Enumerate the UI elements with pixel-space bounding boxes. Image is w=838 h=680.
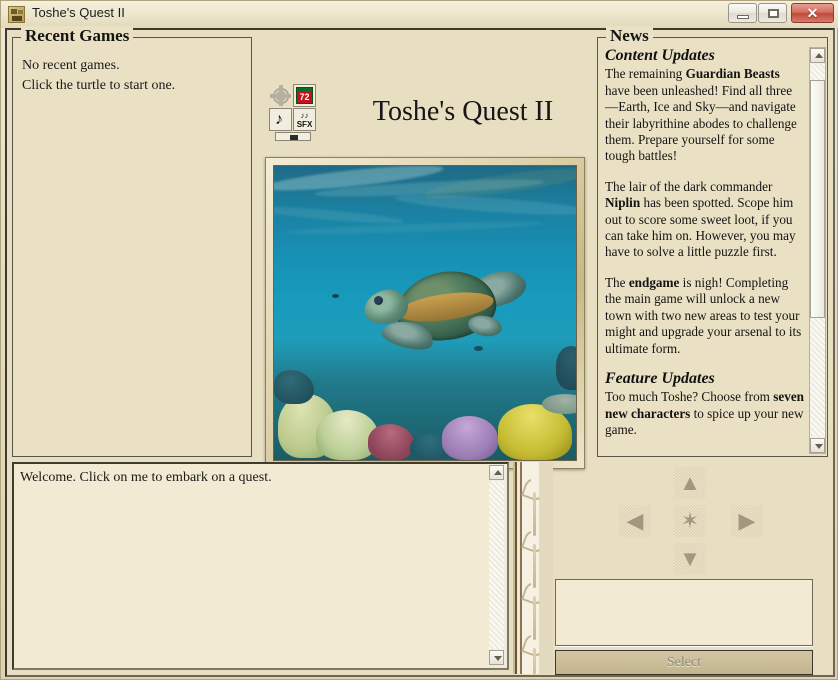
news-viewport: Content Updates The remaining Guardian B… [600, 47, 808, 454]
page-title: Toshe's Quest II [372, 96, 554, 127]
move-left-button[interactable]: ◀ [619, 505, 651, 537]
movement-control-panel: ▲ ◀ ✶ ▶ ▼ Select [555, 462, 829, 675]
news-paragraph-select-character: Select a character with the Recent Games… [605, 453, 805, 454]
ornamental-divider [513, 462, 553, 674]
close-button[interactable]: ✕ [791, 3, 834, 23]
arrow-left-icon: ◀ [626, 508, 644, 533]
news-scroll-track[interactable] [810, 64, 825, 437]
recent-games-empty-line1: No recent games. [22, 58, 120, 73]
chevron-up-icon [815, 53, 823, 58]
minimize-icon [737, 15, 749, 19]
maximize-button[interactable] [758, 3, 787, 23]
move-up-button[interactable]: ▲ [674, 467, 706, 499]
news-scroll-up-button[interactable] [810, 48, 825, 63]
news-scroll-down-button[interactable] [810, 438, 825, 453]
message-log[interactable]: Welcome. Click on me to embark on a ques… [12, 462, 509, 670]
move-right-button[interactable]: ▶ [731, 505, 763, 537]
minimize-button[interactable] [728, 3, 757, 23]
recent-games-empty-line2: Click the turtle to start one. [22, 78, 176, 93]
news-content: Content Updates The remaining Guardian B… [605, 47, 805, 454]
move-down-button[interactable]: ▼ [674, 543, 706, 575]
arrow-up-icon: ▲ [679, 470, 701, 495]
coral-reef [274, 340, 576, 460]
recent-games-panel: Recent Games No recent games. Click the … [12, 26, 252, 457]
log-message: Welcome. Click on me to embark on a ques… [20, 470, 272, 485]
turtle-picture-frame[interactable] [265, 157, 585, 469]
center-column: 72 ♪ ♪♪ SFX Toshe's Quest II [257, 37, 591, 469]
log-scroll-up-button[interactable] [489, 465, 504, 480]
close-icon: ✕ [806, 5, 819, 21]
recent-games-legend: Recent Games [21, 26, 134, 46]
app-icon [8, 6, 25, 23]
news-paragraph-characters: Too much Toshe? Choose from seven new ch… [605, 389, 805, 438]
news-paragraph-guardian-beasts: The remaining Guardian Beasts have been … [605, 66, 797, 164]
log-scrollbar[interactable] [489, 465, 506, 665]
music-note-glyph: ♪ [275, 111, 283, 128]
news-scroll-thumb[interactable] [810, 80, 825, 318]
news-legend: News [606, 26, 653, 46]
top-region: Recent Games No recent games. Click the … [7, 26, 833, 469]
move-center-button[interactable]: ✶ [674, 505, 706, 537]
gear-icon[interactable] [269, 84, 292, 107]
news-paragraph-niplin: The lair of the dark commander Niplin ha… [605, 178, 796, 260]
sfx-label: SFX [296, 120, 313, 129]
maximize-icon [768, 9, 779, 18]
chevron-down-icon [815, 444, 823, 449]
chevron-up-icon [494, 470, 502, 475]
log-scroll-down-button[interactable] [489, 650, 504, 665]
turtle-picture[interactable] [273, 165, 577, 461]
title-bar: Toshe's Quest II ✕ [1, 1, 838, 28]
arrow-right-icon: ▶ [738, 508, 756, 533]
select-button[interactable]: Select [555, 650, 813, 675]
volume-slider-icon[interactable] [275, 132, 311, 141]
news-panel: News Content Updates The remaining Guard… [597, 26, 828, 457]
sfx-icon[interactable]: ♪♪ SFX [293, 108, 316, 131]
client-area: Recent Games No recent games. Click the … [5, 26, 835, 677]
recent-games-body: No recent games. Click the turtle to sta… [22, 56, 246, 96]
application-window: Toshe's Quest II ✕ Recent Games No recen… [0, 0, 838, 680]
news-paragraph-endgame: The endgame is nigh! Completing the main… [605, 274, 802, 356]
arrow-down-icon: ▼ [679, 546, 701, 571]
quest-count-label: 72 [297, 92, 312, 103]
bottom-region: Welcome. Click on me to embark on a ques… [7, 459, 833, 675]
star-icon: ✶ [680, 508, 700, 533]
selection-info-box[interactable] [555, 579, 813, 646]
music-note-icon[interactable]: ♪ [269, 108, 292, 131]
tool-icon-cluster: 72 ♪ ♪♪ SFX [269, 84, 317, 141]
news-heading-content-updates: Content Updates [605, 47, 715, 64]
log-scroll-track[interactable] [489, 481, 504, 649]
chevron-down-icon [494, 656, 502, 661]
news-scrollbar[interactable] [809, 47, 826, 454]
news-heading-feature-updates: Feature Updates [605, 369, 715, 387]
sfx-note-glyph: ♪♪ [300, 111, 309, 120]
quest-calendar-icon[interactable]: 72 [293, 84, 316, 107]
window-title: Toshe's Quest II [32, 5, 125, 20]
